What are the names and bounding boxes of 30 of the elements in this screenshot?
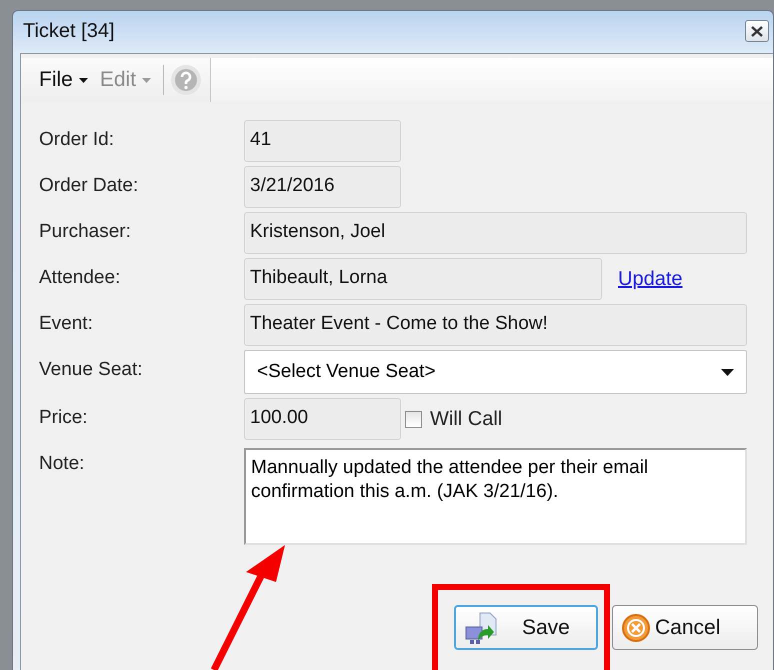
field-label: Event: [39,312,94,335]
field-label: Venue Seat: [39,358,144,381]
read-only-field[interactable]: 3/21/2016 [244,166,401,208]
field-label: Note: [39,452,86,475]
close-button[interactable] [745,20,769,42]
read-only-field[interactable]: Kristenson, Joel [244,212,747,254]
read-only-field[interactable]: 100.00 [244,398,401,440]
read-only-field[interactable]: Thibeault, Lorna [244,258,602,300]
venue-seat-dropdown[interactable]: <Select Venue Seat> [244,350,747,394]
field-label: Price: [39,406,89,429]
cancel-icon [621,612,651,642]
dropdown-arrow-icon [721,368,734,376]
caret-icon [78,78,88,82]
field-label: Order Id: [39,128,115,151]
window-title: Ticket [34] [23,20,116,42]
field-label: Attendee: [39,266,122,289]
close-icon [751,26,763,36]
checkbox[interactable] [405,410,422,428]
help-icon [170,64,202,96]
read-only-field[interactable]: 41 [244,120,401,162]
will-call-checkbox[interactable]: Will Call [405,408,502,430]
save-button[interactable]: Save [454,605,598,650]
note-text-area[interactable]: Mannually updated the attendee per their email confirmation this a.m. (JAK 3/21/16). [244,448,747,545]
menu-item[interactable]: File [33,68,94,92]
cancel-button[interactable]: Cancel [612,605,758,650]
caret-icon [142,78,152,82]
update-link[interactable]: Update [618,268,682,290]
read-only-field[interactable]: Theater Event - Come to the Show! [244,304,747,346]
field-label: Order Date: [39,174,140,197]
field-label: Purchaser: [39,220,132,243]
